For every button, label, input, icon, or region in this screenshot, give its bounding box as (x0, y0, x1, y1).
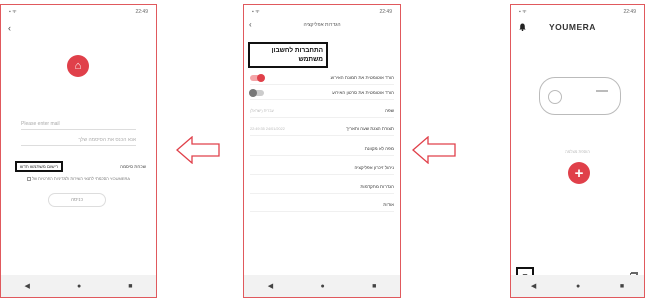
login-button[interactable]: כניסה (48, 193, 106, 207)
status-icons: ▪ ᯤ (252, 9, 260, 15)
setting-value: עברית (ישראל) (250, 108, 274, 113)
setting-row-event-image[interactable]: הורד אוטומטית את תמונת האירוע (250, 71, 394, 85)
event-image-toggle[interactable] (250, 73, 265, 82)
setting-row-offline-map[interactable]: מפה לא מקוונת (250, 142, 394, 156)
account-links: רישום משתמש חדש שכחת סיסמה (15, 160, 146, 172)
setting-label: ניהול זיכרון אפליקציה (354, 165, 394, 170)
nav-home-icon[interactable]: ● (576, 283, 580, 290)
password-field[interactable]: אנא הכנס את הסיסמה שלך (21, 134, 136, 146)
back-icon[interactable]: ‹ (8, 23, 11, 33)
setting-value: 24/01/2022 22:49:35 (250, 126, 285, 131)
nav-back-icon[interactable]: ◀ (268, 282, 273, 290)
setting-label: מפה לא מקוונת (364, 146, 394, 151)
nav-back-icon[interactable]: ◀ (531, 282, 536, 290)
register-button[interactable]: רישום משתמש חדש (15, 160, 64, 172)
setting-row-datetime[interactable]: תצורת הצגת שעה ותאריך 24/01/2022 22:49:3… (250, 122, 394, 136)
nav-recent-icon[interactable]: ■ (372, 283, 376, 290)
status-time: 22:49 (379, 9, 392, 15)
app-settings-screen: ▪ ᯤ 22:49 ‹ הגדרות אפליקציה התחברות לחשב… (243, 4, 401, 298)
status-icons: ▪ ᯤ (9, 9, 17, 15)
home-screen: ▪ ᯤ 22:49 YOUMERA הוספת מצלמה + ≡ ◀ ● ■ (510, 4, 645, 298)
login-screen: ▪ ᯤ 22:49 ‹ ⌂ Please enter mail אנא הכנס… (0, 4, 157, 298)
setting-label: הגדרות מתקדמות (360, 184, 394, 189)
terms-agreement: הסכמתי לתנאי השירות ולמדיניות הפרטיות של… (7, 176, 150, 182)
nav-recent-icon[interactable]: ■ (128, 283, 132, 290)
account-login-item[interactable]: התחברות לחשבון משתמש (248, 42, 328, 68)
left-arrow-icon (176, 136, 220, 164)
brand-title: YOUMERA (549, 22, 596, 32)
status-bar: ▪ ᯤ 22:49 (519, 8, 636, 16)
event-video-toggle[interactable] (249, 88, 264, 97)
status-bar: ▪ ᯤ 22:49 (252, 8, 392, 16)
nav-home-icon[interactable]: ● (320, 283, 324, 290)
setting-label: תצורת הצגת שעה ותאריך (346, 126, 394, 131)
bell-icon[interactable] (519, 23, 526, 33)
email-field[interactable]: Please enter mail (21, 118, 136, 130)
setting-row-about[interactable]: אודות (250, 198, 394, 212)
status-icons: ▪ ᯤ (519, 9, 527, 15)
page-title: הגדרות אפליקציה (303, 22, 341, 28)
system-nav-bar: ◀ ● ■ (244, 275, 400, 297)
setting-label: הורד אוטומטית את תמונת האירוע (330, 75, 394, 80)
system-nav-bar: ◀ ● ■ (511, 275, 644, 297)
setting-row-event-video[interactable]: הורד אוטומטית את סרטון האירוע (249, 86, 394, 100)
setting-row-memory[interactable]: ניהול זיכרון אפליקציה (250, 161, 394, 175)
setting-label: שפה (385, 108, 394, 113)
nav-recent-icon[interactable]: ■ (620, 283, 624, 290)
setting-label: אודות (383, 202, 394, 207)
device-placeholder-card (539, 77, 621, 115)
setting-label: הורד אוטומטית את סרטון האירוע (332, 90, 394, 95)
nav-back-icon[interactable]: ◀ (25, 282, 30, 290)
add-device-button[interactable]: + (568, 162, 590, 184)
status-time: 22:49 (623, 9, 636, 15)
terms-text: הסכמתי לתנאי השירות ולמדיניות הפרטיות של… (32, 176, 131, 181)
forgot-password-link[interactable]: שכחת סיסמה (120, 164, 146, 169)
status-time: 22:49 (135, 9, 148, 15)
camera-lens-icon (548, 90, 562, 104)
card-line (596, 90, 608, 92)
status-bar: ▪ ᯤ 22:49 (9, 8, 148, 16)
nav-home-icon[interactable]: ● (77, 283, 81, 290)
left-arrow-icon (412, 136, 456, 164)
setting-row-advanced[interactable]: הגדרות מתקדמות (250, 180, 394, 194)
terms-checkbox[interactable] (26, 176, 31, 181)
setting-row-language[interactable]: שפה עברית (ישראל) (250, 104, 394, 118)
add-device-text: הוספת מצלמה (565, 149, 590, 154)
system-nav-bar: ◀ ● ■ (1, 275, 156, 297)
hybrid-logo-icon: ⌂ (67, 55, 89, 77)
